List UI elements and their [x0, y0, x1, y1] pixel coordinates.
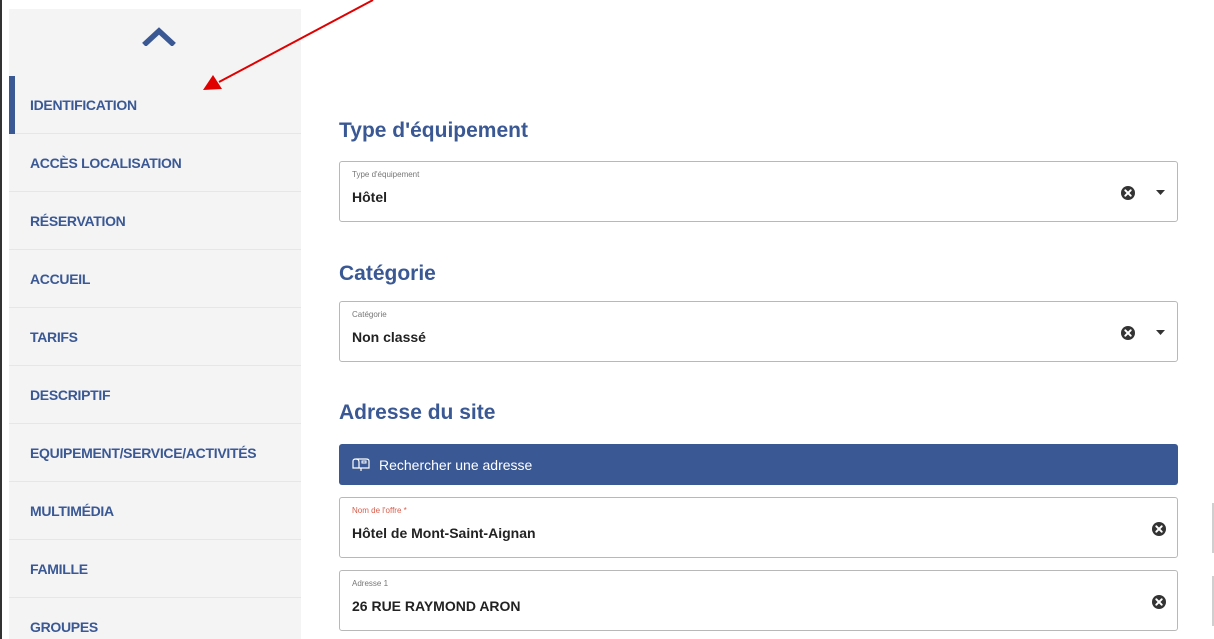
search-address-button[interactable]: Rechercher une adresse: [339, 444, 1178, 485]
clear-icon[interactable]: [1121, 186, 1135, 200]
field-value: Hôtel: [352, 189, 387, 205]
field-label: Type d'équipement: [352, 170, 420, 179]
sidebar-item-label: IDENTIFICATION: [30, 96, 137, 113]
field-label: Adresse 1: [352, 579, 389, 588]
type-equipement-select[interactable]: Type d'équipement Hôtel: [339, 161, 1178, 222]
sidebar-item-label: RÉSERVATION: [30, 212, 126, 229]
sidebar-item-famille[interactable]: FAMILLE: [9, 540, 301, 598]
sidebar-item-descriptif[interactable]: DESCRIPTIF: [9, 366, 301, 424]
sidebar-item-multimedia[interactable]: MULTIMÉDIA: [9, 482, 301, 540]
sidebar-item-acces-localisation[interactable]: ACCÈS LOCALISATION: [9, 134, 301, 192]
field-value: Non classé: [352, 329, 426, 345]
nom-offre-field[interactable]: Nom de l'offre * Hôtel de Mont-Saint-Aig…: [339, 497, 1178, 558]
field-value: Hôtel de Mont-Saint-Aignan: [352, 525, 536, 541]
sidebar-item-reservation[interactable]: RÉSERVATION: [9, 192, 301, 250]
sidebar-item-label: MULTIMÉDIA: [30, 502, 114, 519]
sidebar-item-label: EQUIPEMENT/SERVICE/ACTIVITÉS: [30, 444, 257, 461]
clear-icon[interactable]: [1152, 522, 1166, 536]
section-title-adresse: Adresse du site: [339, 401, 496, 424]
sidebar-item-label: FAMILLE: [30, 560, 88, 577]
field-label: Nom de l'offre *: [352, 506, 407, 515]
section-title-type-equipement: Type d'équipement: [339, 119, 528, 142]
caret-down-icon[interactable]: [1156, 330, 1165, 336]
sidebar-item-label: DESCRIPTIF: [30, 386, 111, 403]
sidebar-item-tarifs[interactable]: TARIFS: [9, 308, 301, 366]
sidebar: IDENTIFICATION ACCÈS LOCALISATION RÉSERV…: [9, 9, 301, 639]
sidebar-item-label: ACCUEIL: [30, 270, 91, 287]
mailbox-icon: [352, 457, 370, 471]
chevron-up-icon: [142, 27, 176, 46]
sidebar-item-groupes[interactable]: GROUPES: [9, 598, 301, 639]
clear-icon[interactable]: [1152, 595, 1166, 609]
sidebar-item-label: TARIFS: [30, 328, 78, 345]
search-address-label: Rechercher une adresse: [379, 456, 533, 473]
caret-down-icon[interactable]: [1156, 190, 1165, 196]
categorie-select[interactable]: Catégorie Non classé: [339, 301, 1178, 362]
clear-icon[interactable]: [1121, 326, 1135, 340]
adresse1-field[interactable]: Adresse 1 26 RUE RAYMOND ARON: [339, 570, 1178, 631]
collapse-button[interactable]: [139, 23, 179, 49]
field-label: Catégorie: [352, 310, 387, 319]
sidebar-item-label: GROUPES: [30, 618, 98, 635]
left-border-line: [0, 0, 2, 639]
sidebar-item-identification[interactable]: IDENTIFICATION: [9, 76, 301, 134]
field-value: 26 RUE RAYMOND ARON: [352, 598, 521, 614]
sidebar-item-accueil[interactable]: ACCUEIL: [9, 250, 301, 308]
sidebar-item-equipement[interactable]: EQUIPEMENT/SERVICE/ACTIVITÉS: [9, 424, 301, 482]
sidebar-nav: IDENTIFICATION ACCÈS LOCALISATION RÉSERV…: [9, 76, 301, 639]
sidebar-item-label: ACCÈS LOCALISATION: [30, 154, 182, 171]
section-title-categorie: Catégorie: [339, 262, 436, 285]
